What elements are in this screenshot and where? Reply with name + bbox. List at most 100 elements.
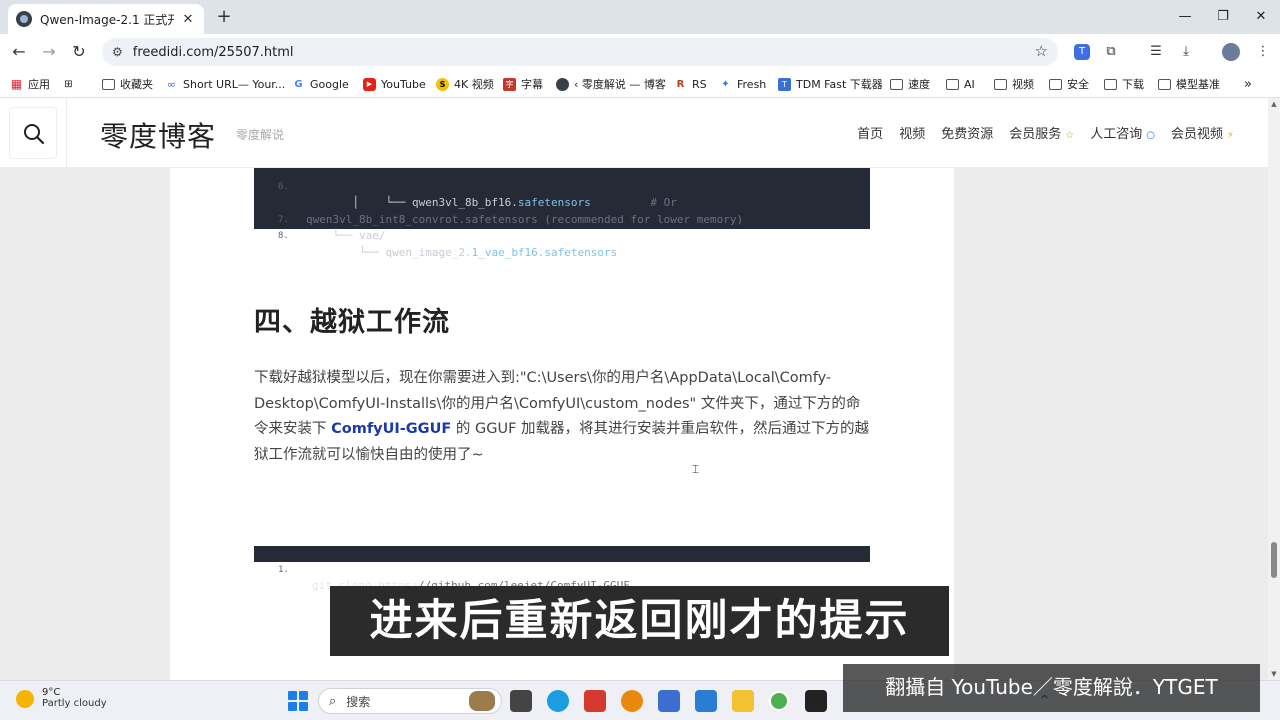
bookmark-model-bench[interactable]: 模型基准 [1158, 76, 1220, 92]
site-brand[interactable]: 零度博客 [100, 115, 216, 155]
weather-widget[interactable]: 9°C Partly cloudy [16, 687, 107, 709]
bookmark-blog[interactable]: ‹ 零度解说 — 博客 [556, 76, 666, 92]
code-plain: └── qwen_image_2. [306, 245, 472, 259]
browser-tab-strip: Qwen-Image-2.1 正式开源! ✕ + — ❐ ✕ [0, 0, 1280, 34]
bookmark-apps[interactable]: ▦ 应用 [10, 76, 50, 92]
bookmark-star-icon[interactable]: ☆ [1035, 42, 1048, 60]
bookmark-ai[interactable]: AI [946, 76, 975, 92]
google-translate-icon: G [294, 78, 303, 90]
windows-start-icon[interactable] [288, 691, 308, 711]
search-highlight-icon [469, 691, 495, 711]
nav-consult[interactable]: 人工咨询 ○ [1090, 123, 1155, 142]
taskbar-search[interactable]: ⌕ 搜索 [318, 688, 502, 714]
bookmarks-overflow-icon[interactable]: » [1244, 76, 1252, 92]
bookmark-rs[interactable]: R RS [674, 76, 707, 92]
window-close-icon[interactable]: ✕ [1246, 6, 1276, 28]
tdm-icon: T [778, 77, 791, 91]
nav-label: 免费资源 [941, 127, 994, 142]
terminal-icon[interactable] [805, 690, 827, 712]
link-icon: ∞ [166, 77, 177, 91]
bookmark-download[interactable]: 下载 [1104, 76, 1144, 92]
bookmark-label: 收藏夹 [120, 78, 153, 91]
nav-member-video[interactable]: 会员视频 ⚡ [1171, 123, 1234, 142]
bookmark-label: AI [964, 77, 975, 91]
bookmark-label: 字幕 [521, 78, 543, 91]
section-heading: 四、越狱工作流 [254, 307, 450, 338]
scroll-up-icon[interactable]: ▲ [1270, 100, 1278, 108]
site-nav: 首页 视频 免费资源 会员服务 ☆ 人工咨询 ○ 会员视频 ⚡ [841, 123, 1234, 142]
nav-label: 会员服务 [1009, 127, 1062, 142]
weather-condition: Partly cloudy [42, 698, 107, 709]
bookmark-tdm[interactable]: T TDM Fast 下载器 [778, 76, 883, 92]
reload-icon[interactable]: ↻ [66, 40, 92, 64]
text-cursor-icon: ⌶ [692, 462, 700, 476]
bookmark-fresh[interactable]: ✦ Fresh [719, 76, 766, 92]
bookmark-google[interactable]: G Google [292, 76, 348, 92]
line-number: 1. [278, 565, 289, 575]
extensions-puzzle-icon[interactable]: ⧉ [1100, 42, 1122, 62]
site-search-button[interactable] [9, 107, 57, 159]
bookmark-security[interactable]: 安全 [1049, 76, 1089, 92]
line-number: 8. [278, 231, 289, 241]
site-tagline: 零度解说 [236, 128, 285, 142]
folder-icon [1158, 78, 1171, 90]
reading-list-icon[interactable]: ☰ [1145, 42, 1167, 62]
folder-icon [1049, 78, 1062, 90]
folder-icon [994, 78, 1007, 90]
bookmark-short-url[interactable]: ∞ Short URL— Your... [165, 76, 285, 92]
crown-icon: ☆ [1065, 130, 1075, 141]
task-view-icon[interactable] [510, 690, 532, 712]
maximize-icon[interactable]: ❐ [1208, 6, 1238, 28]
back-arrow-icon[interactable]: ← [6, 40, 32, 64]
nav-free-resources[interactable]: 免费资源 [941, 123, 993, 142]
site-favicon-icon [16, 11, 32, 27]
bookmark-label: Fresh [737, 77, 767, 91]
code-highlight: 1_vae_bf16.safetensors [471, 245, 618, 259]
search-tool-icon[interactable] [621, 690, 643, 712]
bookmark-subtitles[interactable]: 字字幕 [503, 76, 543, 92]
file-explorer-icon[interactable] [732, 690, 754, 712]
bookmark-favorites[interactable]: 收藏夹 [102, 76, 153, 92]
code-block-file-tree[interactable]: 6. │ └── qwen3vl_8b_bf16.safetensors # O… [254, 168, 870, 259]
downloads-icon[interactable]: ⤓ [1175, 42, 1197, 62]
video-subtitle: 进来后重新返回刚才的提示 [330, 586, 949, 656]
chat-icon: ○ [1146, 130, 1155, 141]
nav-video[interactable]: 视频 [899, 123, 925, 142]
lightning-icon: ⚡ [1226, 130, 1234, 141]
bookmark-video[interactable]: 视频 [994, 76, 1034, 92]
site-info-icon[interactable]: ⚙ [112, 45, 123, 59]
bookmark-label: 视频 [1012, 78, 1034, 91]
code-line: 1. git clone https://github.com/leejet/C… [254, 546, 870, 592]
new-tab-button[interactable]: + [212, 6, 236, 28]
scroll-down-icon[interactable]: ▼ [1270, 670, 1278, 678]
site-icon [556, 77, 569, 91]
scrollbar-thumb[interactable] [1271, 542, 1277, 578]
app-icon[interactable] [658, 690, 680, 712]
bookmark-grid[interactable]: ⊞ [62, 76, 80, 92]
weather-text: 9°C Partly cloudy [42, 687, 107, 709]
chrome-icon[interactable] [768, 690, 790, 712]
folder-icon [1104, 78, 1117, 90]
bookmark-label: 速度 [908, 78, 930, 91]
bookmark-4k-video[interactable]: S 4K 视频 [436, 76, 494, 92]
mail-icon[interactable] [695, 690, 717, 712]
profile-avatar-icon[interactable] [1222, 43, 1240, 61]
edge-icon[interactable] [547, 690, 569, 712]
page-scrollbar[interactable]: ▲ ▼ [1268, 98, 1280, 680]
address-bar[interactable]: ⚙ freedidi.com/25507.html ☆ [102, 38, 1058, 66]
browser-tab[interactable]: Qwen-Image-2.1 正式开源! ✕ [8, 4, 204, 34]
code-line: 7. └── vae/ [254, 195, 870, 243]
minimize-icon[interactable]: — [1170, 6, 1200, 28]
nav-label: 人工咨询 [1090, 127, 1143, 142]
bookmark-youtube[interactable]: ▶ YouTube [363, 76, 426, 92]
office-icon[interactable] [584, 690, 606, 712]
translate-extension-icon[interactable]: T [1074, 44, 1090, 60]
bookmark-speed[interactable]: 速度 [890, 76, 930, 92]
nav-home[interactable]: 首页 [857, 123, 883, 142]
comfyui-gguf-link[interactable]: ComfyUI-GGUF [331, 421, 451, 437]
nav-member-service[interactable]: 会员服务 ☆ [1009, 123, 1074, 142]
menu-kebab-icon[interactable]: ⋮ [1252, 42, 1274, 62]
forward-arrow-icon[interactable]: → [36, 40, 62, 64]
tab-close-icon[interactable]: ✕ [180, 12, 196, 27]
code-block-git-clone[interactable]: 1. git clone https://github.com/leejet/C… [254, 546, 870, 592]
